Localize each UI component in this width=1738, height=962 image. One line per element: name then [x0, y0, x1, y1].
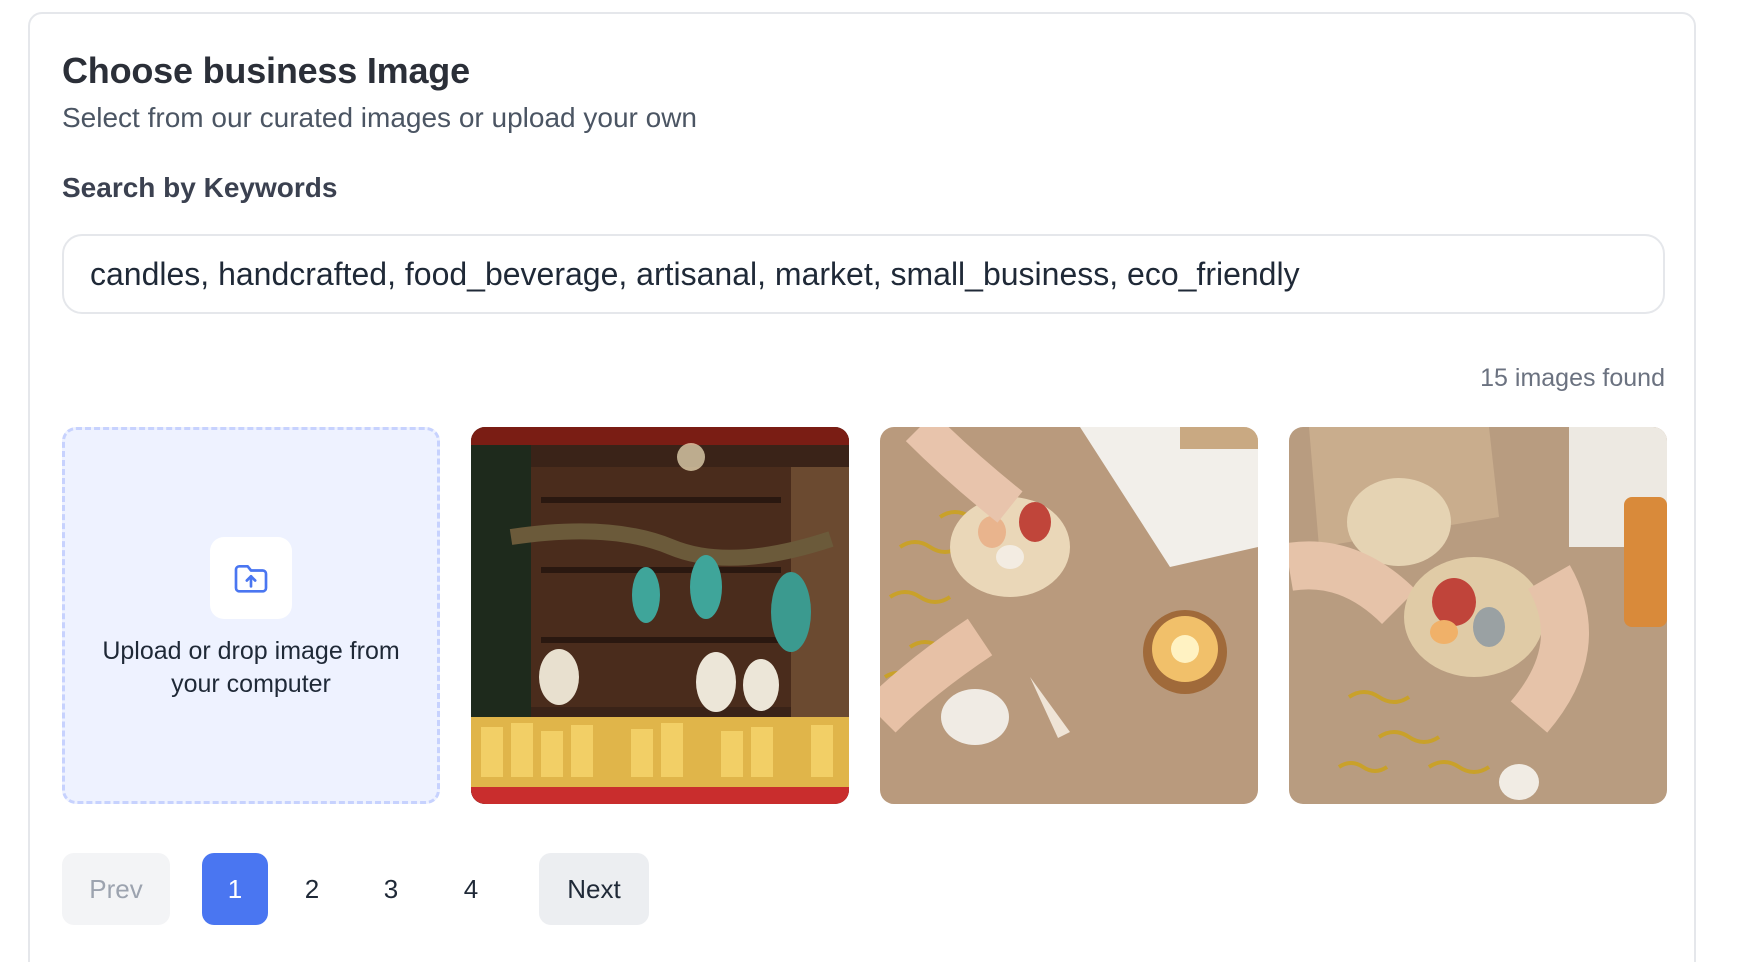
next-page-button[interactable]: Next	[539, 853, 649, 925]
page-4-button[interactable]: 4	[438, 853, 504, 925]
page-2-button[interactable]: 2	[279, 853, 345, 925]
search-label: Search by Keywords	[62, 172, 338, 203]
page-title: Choose business Image	[62, 50, 470, 91]
page-subtitle: Select from our curated images or upload…	[62, 102, 697, 133]
page-1-button[interactable]: 1	[202, 853, 268, 925]
upload-instructions: Upload or drop image from your computer	[102, 637, 400, 698]
folder-upload-icon	[234, 565, 268, 593]
image-seashell-box-candle[interactable]	[880, 427, 1258, 804]
result-count: 15 images found	[1480, 364, 1665, 392]
prev-page-button[interactable]: Prev	[62, 853, 170, 925]
image-seashell-gift-box[interactable]	[1289, 427, 1667, 804]
page-3-button[interactable]: 3	[358, 853, 424, 925]
upload-icon-container	[210, 537, 292, 619]
keyword-search-input[interactable]	[62, 234, 1665, 314]
image-candle-market-stall[interactable]	[471, 427, 849, 804]
upload-dropzone[interactable]: Upload or drop image from your computer	[62, 427, 440, 804]
